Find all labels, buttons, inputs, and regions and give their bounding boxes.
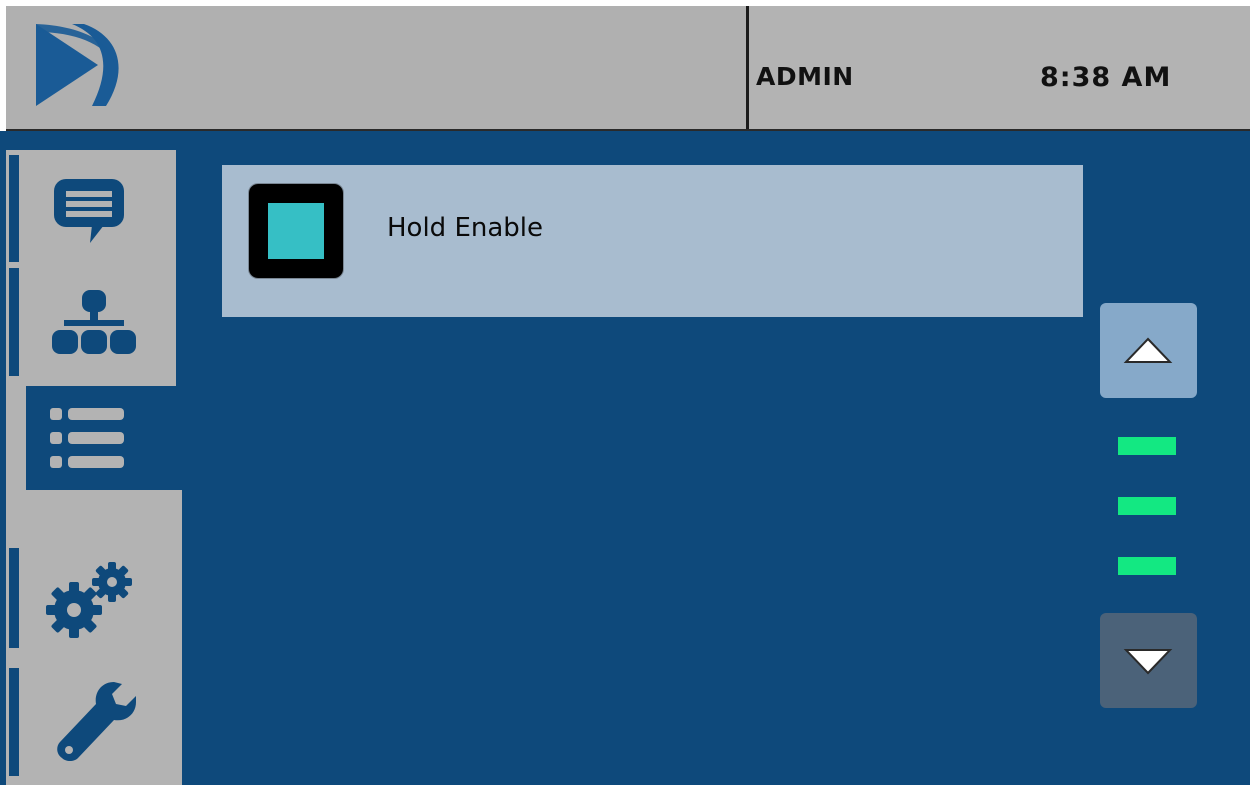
scroll-down-button[interactable] <box>1100 613 1197 708</box>
list-item-label: Hold Enable <box>387 213 544 243</box>
sidebar-marker <box>9 668 19 776</box>
hold-enable-checkbox[interactable] <box>248 183 344 279</box>
gears-icon <box>46 562 132 638</box>
network-icon <box>52 290 136 354</box>
page-indicator <box>1118 497 1176 515</box>
sidebar-item-list[interactable] <box>6 386 26 490</box>
list-item[interactable]: Hold Enable <box>222 165 1083 317</box>
message-icon <box>54 179 124 243</box>
checkbox-checked-fill <box>268 203 324 259</box>
triangle-up-icon <box>1123 337 1173 363</box>
clock-label: 8:38 AM <box>1040 62 1172 93</box>
user-label: ADMIN <box>756 62 854 91</box>
triangle-down-icon <box>1123 649 1173 675</box>
sidebar-item-settings[interactable] <box>6 490 182 660</box>
wrench-icon <box>57 682 136 761</box>
list-icon <box>50 408 124 468</box>
header-bar: ADMIN 8:38 AM <box>0 0 1250 131</box>
page-indicator <box>1118 437 1176 455</box>
header-divider <box>746 6 749 130</box>
page-indicator <box>1118 557 1176 575</box>
sidebar-item-network[interactable] <box>6 262 176 386</box>
company-logo <box>36 24 119 106</box>
scroll-up-button[interactable] <box>1100 303 1197 398</box>
sidebar-item-tools[interactable] <box>6 660 182 785</box>
sidebar-item-messages[interactable] <box>6 150 176 267</box>
sidebar-marker <box>9 548 19 648</box>
sidebar-marker <box>9 155 19 263</box>
sidebar-marker <box>9 268 19 376</box>
